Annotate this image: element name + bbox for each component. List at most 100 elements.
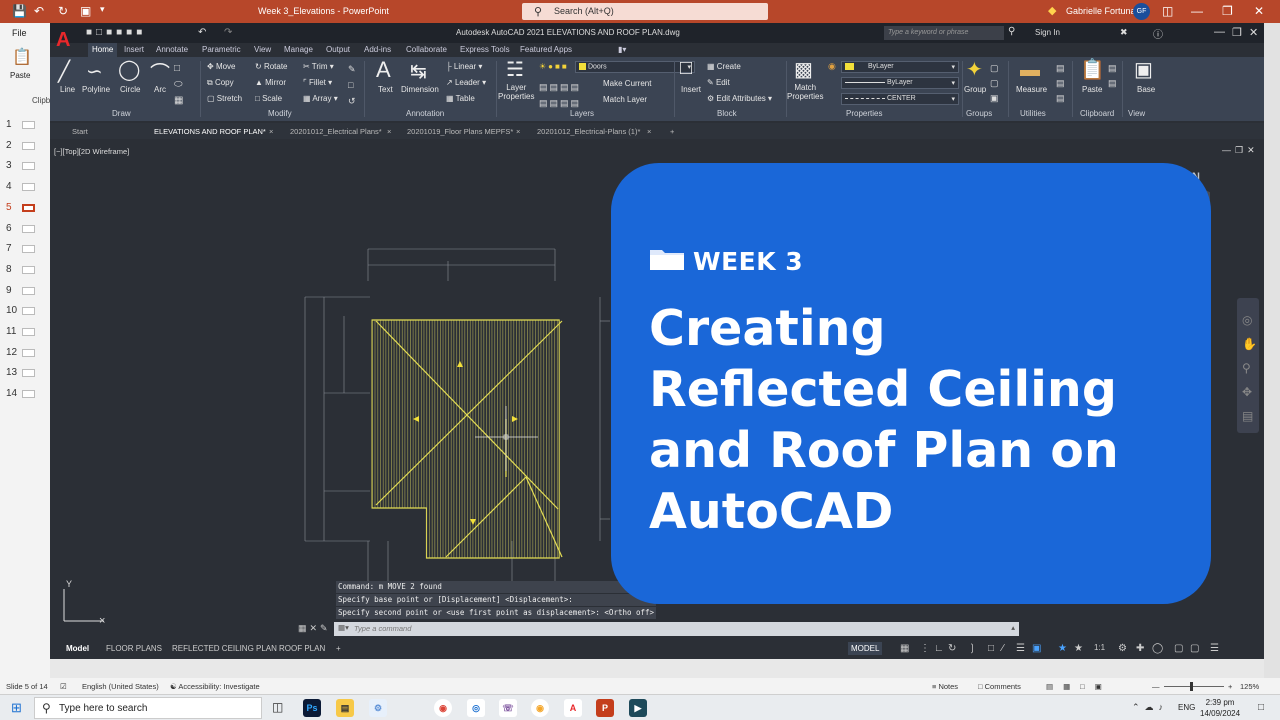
slide-thumbnail[interactable]: [22, 307, 35, 316]
minimize-icon[interactable]: —: [1214, 26, 1225, 38]
close-tab-icon[interactable]: ×: [269, 127, 273, 136]
line-button[interactable]: Line: [60, 85, 75, 94]
polar-icon[interactable]: ↻: [948, 643, 956, 654]
group-tool-icons[interactable]: ▢ ▢ ▣: [990, 61, 999, 106]
measure-button[interactable]: Measure: [1016, 85, 1047, 94]
windows-start-icon[interactable]: ⊞: [11, 700, 22, 716]
scale-button[interactable]: □ Scale: [255, 94, 282, 103]
input-language[interactable]: ENG: [1178, 703, 1195, 712]
sign-in-button[interactable]: Sign In: [1035, 28, 1060, 37]
close-icon[interactable]: ✕: [1249, 26, 1258, 39]
fillet-button[interactable]: ⌜ Fillet ▾: [303, 78, 332, 87]
restore-icon[interactable]: ❐: [1222, 4, 1233, 18]
slide-number[interactable]: 10: [6, 305, 17, 316]
close-icon[interactable]: ✕: [1254, 4, 1264, 18]
utilities-panel-label[interactable]: Utilities: [1020, 109, 1046, 118]
comments-button[interactable]: □ Comments: [978, 682, 1021, 691]
leader-button[interactable]: ↗ Leader ▾: [446, 78, 486, 87]
redo-icon[interactable]: ↷: [224, 27, 232, 38]
quick-access-icons[interactable]: ■□■■■■: [86, 27, 146, 38]
photoshop-app-icon[interactable]: Ps: [303, 699, 321, 717]
view-buttons[interactable]: ▤▦□▣: [1046, 682, 1112, 691]
add-layout-icon[interactable]: +: [336, 644, 341, 653]
zoom-out-button[interactable]: —: [1152, 682, 1160, 691]
properties-panel-label[interactable]: Properties: [846, 109, 882, 118]
slide-number[interactable]: 7: [6, 243, 12, 254]
file-tab[interactable]: File: [12, 28, 27, 38]
navigation-tool-icons[interactable]: ◎ ✋ ⚲ ✥ ▤: [1242, 308, 1257, 428]
base-view-icon[interactable]: ▣: [1134, 57, 1153, 82]
zoom-level[interactable]: 125%: [1240, 682, 1259, 691]
close-tab-icon[interactable]: ×: [647, 127, 651, 136]
lineweight-dropdown[interactable]: ByLayer ▾: [841, 77, 959, 89]
autoscale-icon[interactable]: ★: [1074, 643, 1083, 654]
save-icon[interactable]: 💾: [12, 4, 27, 18]
slide-number[interactable]: 14: [6, 388, 17, 399]
insert-button[interactable]: Insert: [681, 85, 701, 94]
exchange-icon[interactable]: ✖: [1120, 27, 1128, 38]
present-icon[interactable]: ▣: [80, 4, 91, 18]
zoom-slider-thumb[interactable]: [1190, 682, 1193, 691]
layer-properties-icon[interactable]: ☵: [506, 57, 524, 82]
diamond-icon[interactable]: ◆: [1048, 4, 1056, 17]
utility-tool-icons[interactable]: ▤ ▤ ▤: [1056, 61, 1065, 106]
slide-thumbnail[interactable]: [22, 390, 35, 399]
layer-state-icons[interactable]: ☀●■■: [539, 62, 569, 71]
slide-thumbnail[interactable]: [22, 245, 35, 254]
dimension-button[interactable]: Dimension: [401, 85, 439, 94]
slide-thumbnail[interactable]: [22, 203, 35, 212]
ribbon-tab-add-ins[interactable]: Add-ins: [364, 45, 391, 54]
clipboard-panel-label[interactable]: Clipboard: [1080, 109, 1114, 118]
layout-tab[interactable]: ROOF PLAN: [279, 644, 325, 653]
app-taskbar-icon[interactable]: ▶: [629, 699, 647, 717]
settings-app-icon[interactable]: ⚙: [369, 699, 387, 717]
text-icon[interactable]: A: [376, 57, 391, 83]
powerpoint-search[interactable]: ⚲ Search (Alt+Q): [522, 3, 768, 20]
layout-tab[interactable]: FLOOR PLANS: [106, 644, 162, 653]
notification-icon[interactable]: □: [1258, 702, 1264, 713]
slide-thumbnail[interactable]: [22, 224, 35, 233]
undo-icon[interactable]: ↶: [198, 27, 206, 38]
slide-number[interactable]: 5: [6, 202, 12, 213]
grid-icon[interactable]: ▦: [900, 643, 909, 654]
stretch-button[interactable]: ▢ Stretch: [207, 94, 242, 103]
customize-icon[interactable]: ☰: [1210, 643, 1219, 654]
linetype-dropdown[interactable]: CENTER ▾: [841, 93, 959, 105]
slide-number[interactable]: 1: [6, 119, 12, 130]
draw-extra-icons[interactable]: □ ⬭ ▦: [174, 61, 183, 109]
polyline-icon[interactable]: ∽: [86, 59, 103, 84]
ribbon-display-icon[interactable]: ◫: [1162, 4, 1173, 18]
document-tab[interactable]: 20201012_Electrical-Plans (1)*: [537, 127, 640, 136]
document-tab[interactable]: 20201019_Floor Plans MEPFS*: [407, 127, 513, 136]
undo-icon[interactable]: ↶: [34, 4, 44, 18]
ribbon-tab-home[interactable]: Home: [88, 43, 118, 57]
slide-thumbnail[interactable]: [22, 265, 35, 274]
ribbon-tab-view[interactable]: View: [254, 45, 271, 54]
slide-number[interactable]: 11: [6, 326, 16, 337]
copy-button[interactable]: ⧉ Copy: [207, 78, 234, 88]
rotate-button[interactable]: ↻ Rotate: [255, 62, 288, 71]
make-current-button[interactable]: Make Current: [603, 79, 651, 88]
block-panel-label[interactable]: Block: [717, 109, 737, 118]
paste-icon[interactable]: 📋: [12, 47, 32, 67]
annotation-panel-label[interactable]: Annotation: [406, 109, 444, 118]
layer-properties-button[interactable]: Layer Properties: [498, 83, 534, 101]
ribbon-tab-express-tools[interactable]: Express Tools: [460, 45, 510, 54]
base-button[interactable]: Base: [1137, 85, 1155, 94]
move-button[interactable]: ✥ Move: [207, 62, 236, 71]
slide-number[interactable]: 8: [6, 264, 12, 275]
language-indicator[interactable]: English (United States): [82, 682, 159, 691]
array-button[interactable]: ▦ Array ▾: [303, 94, 338, 103]
polyline-button[interactable]: Polyline: [82, 85, 110, 94]
command-line-controls[interactable]: ▦✕✎: [298, 623, 331, 634]
restore-icon[interactable]: ❐: [1232, 26, 1242, 39]
document-tab[interactable]: ELEVATIONS AND ROOF PLAN*: [154, 127, 266, 136]
view-panel-label[interactable]: View: [1128, 109, 1145, 118]
ribbon-tab-manage[interactable]: Manage: [284, 45, 313, 54]
avatar[interactable]: GF: [1133, 3, 1150, 20]
model-space-toggle[interactable]: MODEL: [848, 642, 883, 655]
edit-attributes-button[interactable]: ⚙ Edit Attributes ▾: [707, 94, 772, 103]
snap-icon[interactable]: ⋮: [920, 643, 930, 654]
notes-button[interactable]: ≡ Notes: [932, 682, 958, 691]
layout-tab[interactable]: REFLECTED CEILING PLAN: [172, 644, 277, 653]
